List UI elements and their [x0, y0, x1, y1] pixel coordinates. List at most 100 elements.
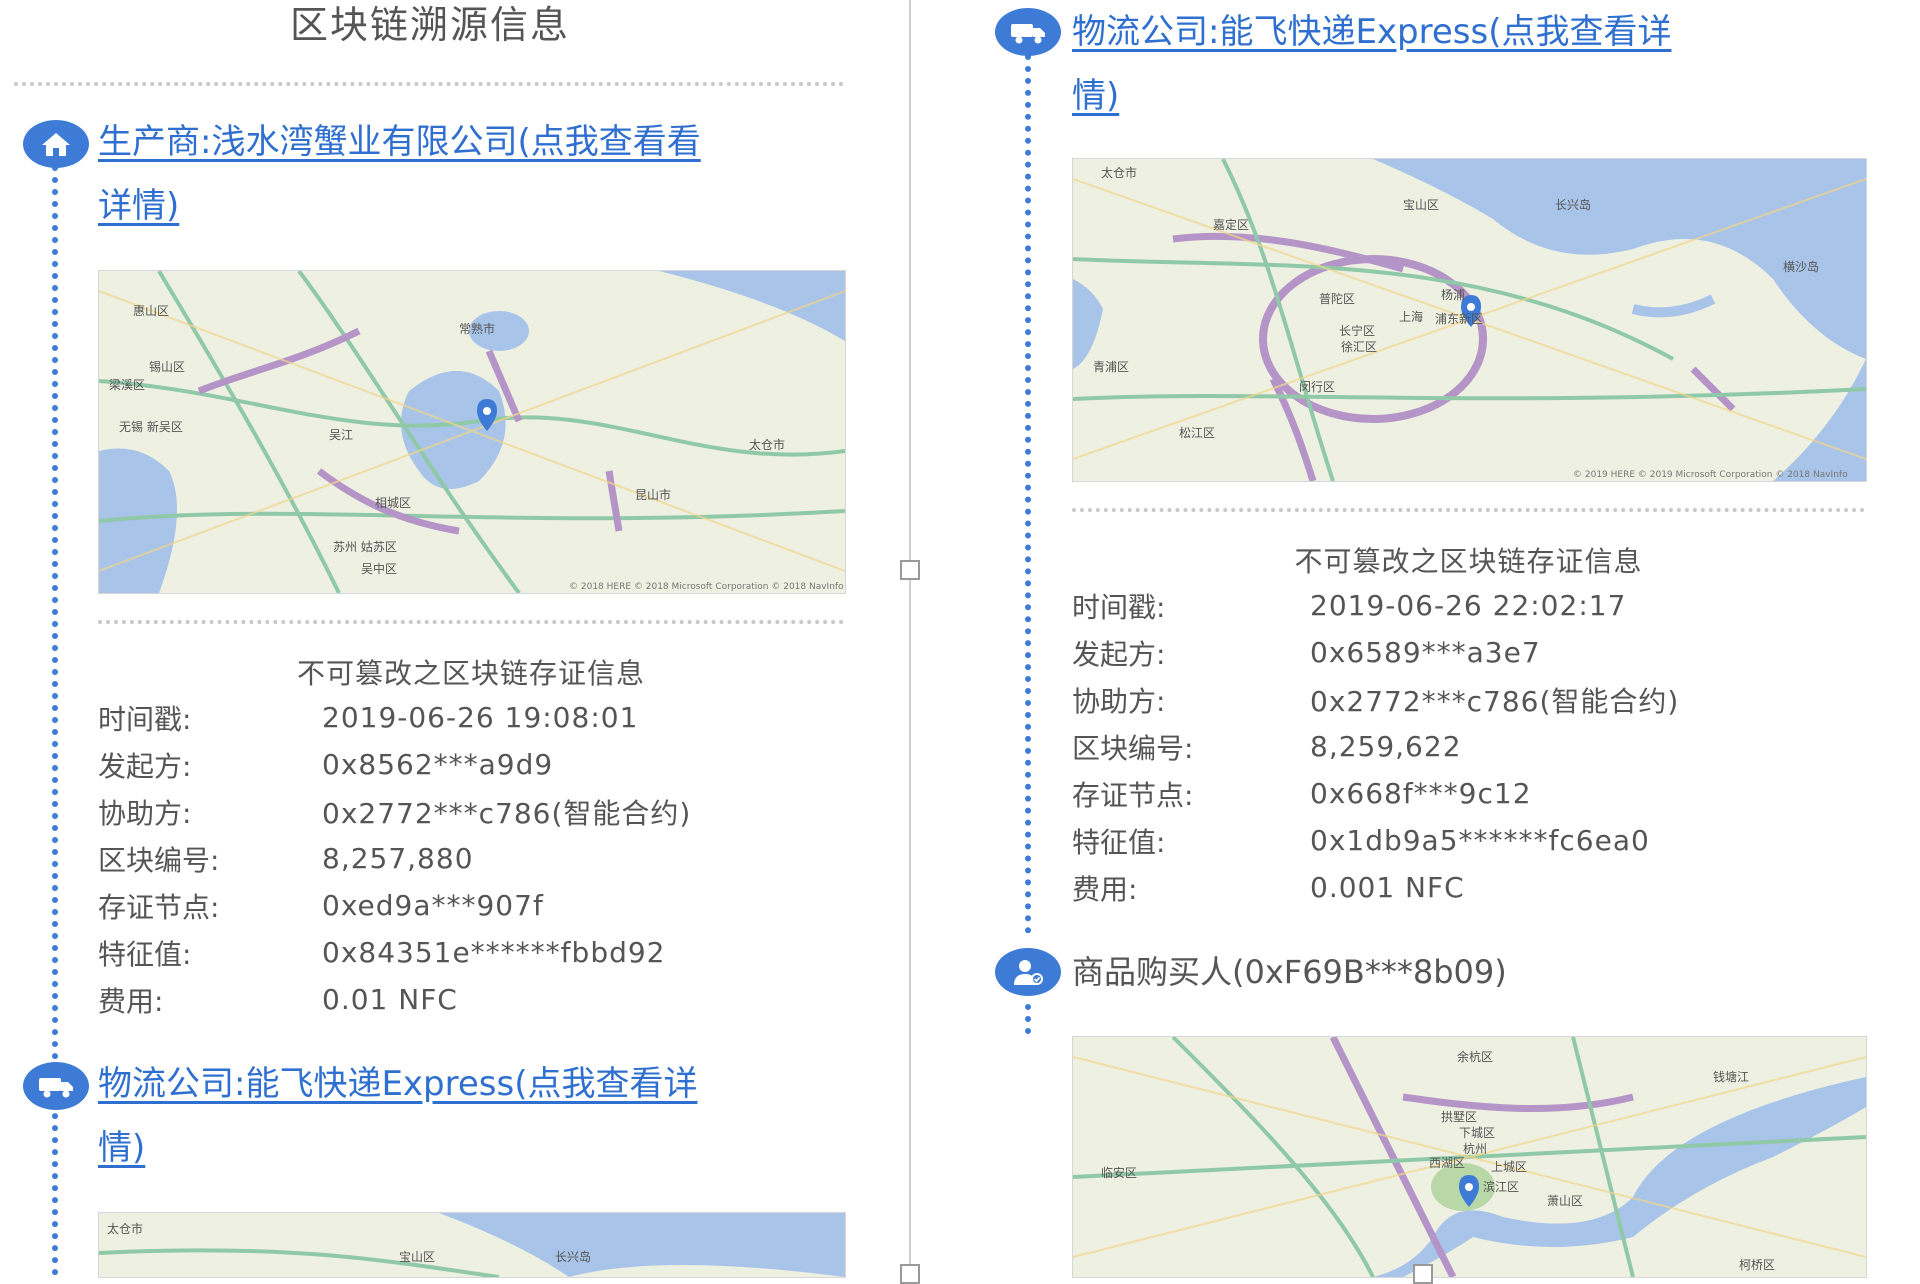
map-label-sh-10: 徐汇区 — [1341, 339, 1377, 354]
timeline-line-right-end — [1025, 1004, 1031, 1034]
map-label-hz-4: 下城区 — [1459, 1126, 1495, 1140]
row-initiator: 发起方: 0x8562***a9d9 — [98, 748, 554, 783]
resize-handle[interactable] — [900, 560, 920, 580]
map-label-wuxi-2: 常熟市 — [459, 321, 495, 336]
truck-icon-right — [995, 8, 1061, 56]
map-label-hz-8: 临安区 — [1101, 1165, 1137, 1180]
fee-value: 0.01 NFC — [322, 983, 458, 1016]
map-label-hz-10: 萧山区 — [1547, 1194, 1583, 1208]
map-buyer[interactable]: 余杭区 钱塘江 拱墅区 下城区 杭州 西湖区 上城区 临安区 滨江区 萧山区 柯… — [1072, 1036, 1867, 1278]
map-label-sh-13: 松江区 — [1179, 426, 1215, 440]
resize-handle-map[interactable] — [1413, 1264, 1433, 1284]
truck-icon — [23, 1062, 89, 1110]
logistics-link-right-line2[interactable]: 情) — [1072, 64, 1920, 128]
timestamp-value: 2019-06-26 22:02:17 — [1310, 589, 1627, 622]
map-label-hz-6: 西湖区 — [1429, 1155, 1465, 1170]
row-feature: 特征值: 0x84351e******fbbd92 — [98, 936, 666, 971]
info-table-right: 时间戳: 2019-06-26 22:02:17 发起方: 0x6589***a3e… — [1072, 582, 1865, 911]
node-value: 0x668f***9c12 — [1310, 777, 1532, 810]
map-logistics-left[interactable]: 太仓市 宝山区 长兴岛 — [98, 1212, 846, 1278]
map-label-wuxi-6: 吴江 — [329, 428, 353, 442]
fee-value: 0.001 NFC — [1310, 871, 1465, 904]
map-label-wuxi-5: 无锡 新吴区 — [119, 419, 183, 434]
logistics-link-right-line1[interactable]: 物流公司:能飞快递Express(点我查看详 — [1072, 0, 1920, 64]
map-label-sh-14: 横沙岛 — [1783, 259, 1819, 274]
map-label-sh-6: 上海 — [1399, 309, 1423, 324]
feature-value: 0x84351e******fbbd92 — [322, 936, 666, 969]
map-copyright-wuxi: © 2018 HERE © 2018 Microsoft Corporation… — [569, 582, 844, 592]
initiator-value: 0x6589***a3e7 — [1310, 636, 1541, 669]
producer-link-line1[interactable]: 生产商:浅水湾蟹业有限公司(点我查看看 — [98, 110, 858, 174]
map-label-partial-1: 太仓市 — [107, 1221, 143, 1236]
map-label-sh-9: 长宁区 — [1339, 323, 1375, 338]
feature-value: 0x1db9a5******fc6ea0 — [1310, 824, 1650, 857]
user-icon — [995, 948, 1061, 996]
map-label-hz-7: 上城区 — [1491, 1160, 1527, 1174]
map-label-hz-1: 余杭区 — [1457, 1049, 1493, 1064]
map-label-sh-7: 浦东新区 — [1435, 311, 1483, 326]
map-label-wuxi-8: 太仓市 — [749, 437, 785, 452]
map-label-wuxi-7: 昆山市 — [635, 487, 671, 502]
map-label-sh-8: 普陀区 — [1319, 291, 1355, 306]
map-divider-right — [1072, 508, 1865, 512]
pane-divider[interactable] — [909, 0, 911, 1276]
row-node: 存证节点: 0x668f***9c12 — [1072, 777, 1532, 812]
row-block-no: 区块编号: 8,257,880 — [98, 842, 474, 877]
assistant-value: 0x2772***c786(智能合约) — [1310, 684, 1680, 718]
info-heading-right: 不可篡改之区块链存证信息 — [1294, 545, 1643, 578]
producer-link-line2[interactable]: 详情) — [98, 174, 858, 238]
title-divider — [14, 82, 844, 86]
map-label-wuxi-4: 锡山区 — [149, 359, 185, 374]
row-node: 存证节点: 0xed9a***907f — [98, 889, 544, 924]
timestamp-value: 2019-06-26 19:08:01 — [322, 701, 639, 734]
map-divider-left — [98, 620, 844, 624]
row-fee: 费用: 0.01 NFC — [98, 983, 458, 1018]
map-label-partial-3: 长兴岛 — [555, 1249, 591, 1264]
map-label-hz-2: 钱塘江 — [1713, 1069, 1749, 1084]
map-copyright-sh: © 2019 HERE © 2019 Microsoft Corporation… — [1573, 470, 1848, 480]
row-initiator: 发起方: 0x6589***a3e7 — [1072, 636, 1541, 671]
map-label-hz-9: 滨江区 — [1483, 1179, 1519, 1194]
map-label-wuxi-3: 梁溪区 — [109, 377, 145, 392]
map-label-wuxi-10: 相城区 — [375, 496, 411, 510]
map-label-sh-11: 闵行区 — [1299, 379, 1335, 394]
map-producer[interactable]: 惠山区 常熟市 梁溪区 锡山区 无锡 新吴区 吴江 昆山市 太仓市 苏州 姑苏区… — [98, 270, 846, 594]
map-label-partial-2: 宝山区 — [399, 1250, 435, 1264]
buyer-label: 商品购买人(0xF69B***8b09) — [1072, 953, 1507, 991]
map-label-sh-12: 青浦区 — [1093, 360, 1129, 374]
map-label-sh-1: 太仓市 — [1101, 165, 1137, 180]
map-label-wuxi-9: 苏州 姑苏区 — [333, 540, 397, 554]
map-logistics-right[interactable]: 太仓市 宝山区 嘉定区 长兴岛 杨浦 上海 浦东新区 普陀区 长宁区 徐汇区 闵… — [1072, 158, 1867, 482]
row-fee: 费用: 0.001 NFC — [1072, 871, 1465, 906]
logistics-link-left-line1[interactable]: 物流公司:能飞快递Express(点我查看详 — [98, 1052, 878, 1116]
map-label-hz-11: 柯桥区 — [1739, 1258, 1775, 1272]
block-no-value: 8,257,880 — [322, 842, 474, 875]
page-title: 区块链溯源信息 — [289, 3, 570, 47]
logistics-link-left-line2[interactable]: 情) — [98, 1116, 878, 1180]
row-assistant: 协助方: 0x2772***c786(智能合约) — [98, 788, 844, 835]
home-icon — [23, 120, 89, 168]
row-timestamp: 时间戳: 2019-06-26 22:02:17 — [1072, 589, 1627, 624]
block-no-value: 8,259,622 — [1310, 730, 1462, 763]
map-label-wuxi-11: 吴中区 — [361, 561, 397, 576]
assistant-value: 0x2772***c786(智能合约) — [322, 796, 692, 830]
map-label-sh-4: 长兴岛 — [1555, 197, 1591, 212]
row-block-no: 区块编号: 8,259,622 — [1072, 730, 1462, 765]
map-label-sh-2: 宝山区 — [1403, 198, 1439, 212]
initiator-value: 0x8562***a9d9 — [322, 748, 554, 781]
info-heading-left: 不可篡改之区块链存证信息 — [296, 657, 645, 690]
map-label-wuxi-1: 惠山区 — [133, 304, 169, 318]
map-label-sh-5: 杨浦 — [1441, 287, 1465, 302]
map-label-sh-3: 嘉定区 — [1213, 217, 1249, 232]
row-feature: 特征值: 0x1db9a5******fc6ea0 — [1072, 824, 1650, 859]
map-label-hz-5: 杭州 — [1463, 1141, 1487, 1156]
map-label-hz-3: 拱墅区 — [1441, 1110, 1477, 1124]
node-value: 0xed9a***907f — [322, 889, 544, 922]
row-assistant: 协助方: 0x2772***c786(智能合约) — [1072, 676, 1865, 723]
logistics-link-right[interactable]: 物流公司:能飞快递Express(点我查看详 情) — [1072, 0, 1920, 128]
producer-link[interactable]: 生产商:浅水湾蟹业有限公司(点我查看看 详情) — [98, 110, 858, 238]
logistics-link-left[interactable]: 物流公司:能飞快递Express(点我查看详 情) — [98, 1052, 878, 1180]
row-timestamp: 时间戳: 2019-06-26 19:08:01 — [98, 701, 639, 736]
resize-handle-bottom[interactable] — [900, 1264, 920, 1284]
info-table-left: 时间戳: 2019-06-26 19:08:01 发起方: 0x8562***a9d… — [98, 694, 844, 1023]
